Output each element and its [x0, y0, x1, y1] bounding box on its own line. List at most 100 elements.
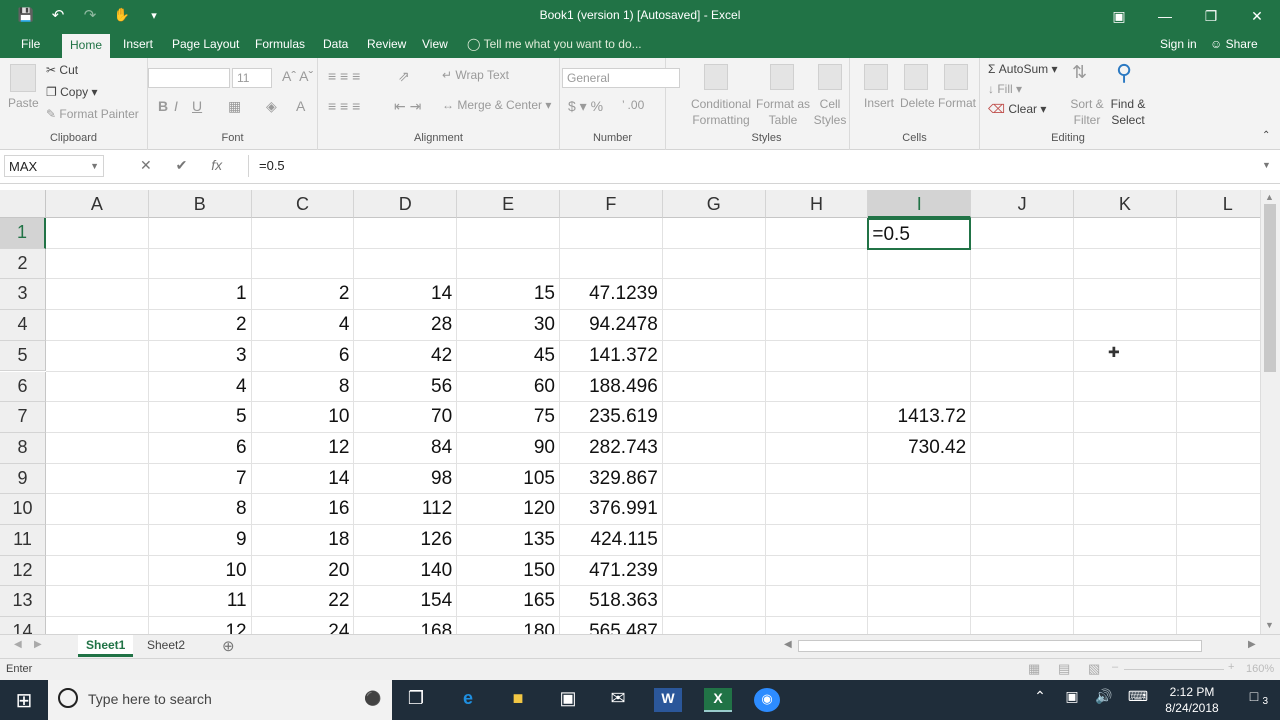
cancel-icon[interactable]: ✕ [140, 157, 152, 173]
format-painter-button[interactable]: ✎ Format Painter [46, 107, 139, 121]
row-header-9[interactable]: 9 [0, 463, 46, 495]
keyboard-icon[interactable]: ⌨ [1124, 688, 1152, 712]
page-layout-view-icon[interactable]: ▤ [1058, 661, 1070, 677]
column-header-l[interactable]: L [1176, 190, 1260, 218]
font-color-icon[interactable]: A [296, 98, 305, 114]
tab-page-layout[interactable]: Page Layout [172, 37, 239, 51]
row-header-6[interactable]: 6 [0, 371, 46, 403]
row-header-13[interactable]: 13 [0, 586, 46, 618]
cell-e14[interactable]: 180 [457, 621, 560, 634]
row-header-7[interactable]: 7 [0, 402, 46, 433]
name-box[interactable]: MAX ▼ [4, 155, 104, 177]
cell-e4[interactable]: 30 [457, 314, 560, 336]
row-header-14[interactable]: 14 [0, 617, 46, 634]
cell-b4[interactable]: 2 [149, 314, 252, 336]
cell-f9[interactable]: 329.867 [560, 468, 663, 490]
cell-b3[interactable]: 1 [149, 283, 252, 305]
fill-button[interactable]: ↓ Fill ▾ [988, 82, 1022, 96]
cell-e6[interactable]: 60 [457, 376, 560, 398]
cell-f6[interactable]: 188.496 [560, 376, 663, 398]
cell-f13[interactable]: 518.363 [560, 590, 663, 612]
cell-b13[interactable]: 11 [149, 590, 252, 612]
wrap-text-button[interactable]: ↵ Wrap Text [442, 68, 509, 82]
sort-filter-button[interactable]: Sort & Filter [1070, 96, 1104, 128]
row-header-2[interactable]: 2 [0, 248, 46, 280]
cell-b11[interactable]: 9 [149, 529, 252, 551]
expand-formula-bar-icon[interactable]: ▼ [1262, 160, 1271, 170]
tab-review[interactable]: Review [367, 37, 406, 51]
row-header-5[interactable]: 5 [0, 340, 46, 372]
cell-e5[interactable]: 45 [457, 345, 560, 367]
cell-b10[interactable]: 8 [149, 498, 252, 520]
sheet-tab-sheet2[interactable]: Sheet2 [139, 635, 193, 657]
column-header-i[interactable]: I [868, 190, 972, 218]
row-header-8[interactable]: 8 [0, 432, 46, 464]
cell-c5[interactable]: 6 [252, 345, 355, 367]
normal-view-icon[interactable]: ▦ [1028, 661, 1040, 677]
tell-me-search[interactable]: ◯ Tell me what you want to do... [467, 37, 642, 51]
cell-e13[interactable]: 165 [457, 590, 560, 612]
cell-b7[interactable]: 5 [149, 406, 252, 428]
row-header-4[interactable]: 4 [0, 310, 46, 341]
cell-e11[interactable]: 135 [457, 529, 560, 551]
cell-c10[interactable]: 16 [252, 498, 355, 520]
taskbar-clock[interactable]: 2:12 PM 8/24/2018 [1160, 684, 1224, 716]
conditional-formatting-button[interactable]: Conditional Formatting [686, 96, 756, 128]
row-header-10[interactable]: 10 [0, 494, 46, 525]
cell-f5[interactable]: 141.372 [560, 345, 663, 367]
cell-e9[interactable]: 105 [457, 468, 560, 490]
cell-f7[interactable]: 235.619 [560, 406, 663, 428]
zoom-slider[interactable] [1124, 669, 1224, 670]
cell-f11[interactable]: 424.115 [560, 529, 663, 551]
cell-c7[interactable]: 10 [252, 406, 355, 428]
cell-f4[interactable]: 94.2478 [560, 314, 663, 336]
cell-e3[interactable]: 15 [457, 283, 560, 305]
cell-b8[interactable]: 6 [149, 437, 252, 459]
active-cell-editor[interactable]: =0.5 [867, 218, 972, 250]
show-hidden-icons[interactable]: ⌃ [1026, 688, 1054, 712]
format-button[interactable]: Format [938, 96, 976, 110]
cell-c12[interactable]: 20 [252, 560, 355, 582]
cell-f12[interactable]: 471.239 [560, 560, 663, 582]
italic-icon[interactable]: I [174, 98, 178, 114]
fill-color-icon[interactable]: ◈ [266, 98, 277, 115]
cell-b6[interactable]: 4 [149, 376, 252, 398]
clear-button[interactable]: ⌫ Clear ▾ [988, 102, 1046, 116]
delete-button[interactable]: Delete [900, 96, 935, 110]
worksheet-grid[interactable]: A B C D E F G H I J K L 1 2 3 1 2 14 15 47.1239 4 2 4 28 30 94.24… [0, 190, 1260, 634]
cell-d13[interactable]: 154 [354, 590, 457, 612]
copy-button[interactable]: ❐ Copy ▾ [46, 85, 97, 99]
cell-f8[interactable]: 282.743 [560, 437, 663, 459]
tab-formulas[interactable]: Formulas [255, 37, 305, 51]
sign-in-link[interactable]: Sign in [1160, 37, 1197, 51]
formula-input[interactable]: =0.5 [248, 155, 1258, 177]
column-header-a[interactable]: A [46, 190, 149, 218]
column-header-h[interactable]: H [765, 190, 869, 218]
cell-c8[interactable]: 12 [252, 437, 355, 459]
zoom-out-icon[interactable]: – [1112, 661, 1118, 673]
column-header-f[interactable]: F [560, 190, 663, 218]
excel-icon[interactable]: X [704, 688, 732, 712]
column-header-b[interactable]: B [148, 190, 252, 218]
column-header-j[interactable]: J [971, 190, 1074, 218]
tab-view[interactable]: View [422, 37, 448, 51]
column-header-g[interactable]: G [662, 190, 766, 218]
tab-file[interactable]: File [21, 37, 40, 51]
cell-e7[interactable]: 75 [457, 406, 560, 428]
cell-d11[interactable]: 126 [354, 529, 457, 551]
network-icon[interactable]: ▣ [1058, 688, 1086, 712]
cell-c14[interactable]: 24 [252, 621, 355, 634]
collapse-ribbon-icon[interactable]: ⌃ [1262, 130, 1270, 141]
cell-d3[interactable]: 14 [354, 283, 457, 305]
action-center-icon[interactable]: □ 3 [1240, 688, 1268, 712]
file-explorer-icon[interactable]: ■ [504, 688, 532, 712]
cell-d6[interactable]: 56 [354, 376, 457, 398]
volume-icon[interactable]: 🔊 [1090, 688, 1118, 712]
cell-c3[interactable]: 2 [252, 283, 355, 305]
borders-icon[interactable]: ▦ [228, 98, 241, 115]
windows-start-icon[interactable]: ⊞ [10, 688, 38, 712]
page-break-view-icon[interactable]: ▧ [1088, 661, 1100, 677]
cell-b14[interactable]: 12 [149, 621, 252, 634]
cell-d12[interactable]: 140 [354, 560, 457, 582]
cut-button[interactable]: ✂ Cut [46, 63, 78, 77]
